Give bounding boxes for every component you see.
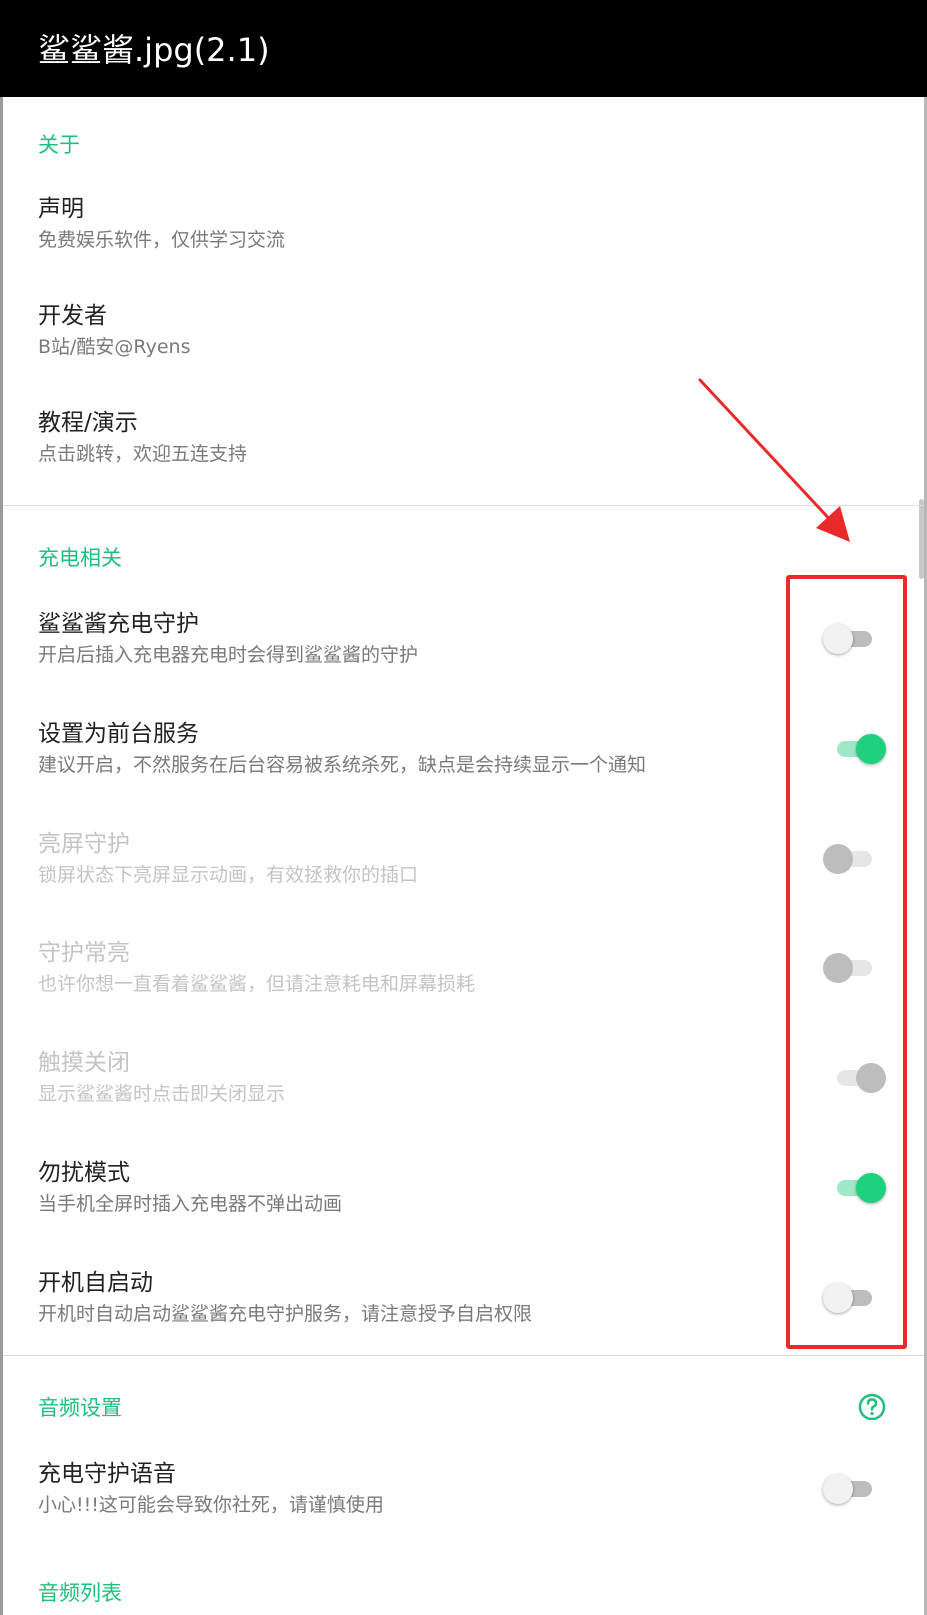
pref-summary: 当手机全屏时插入充电器不弹出动画 xyxy=(38,1193,343,1215)
app-title: 鲨鲨酱.jpg(2.1) xyxy=(38,31,270,69)
pref-summary: 开启后插入充电器充电时会得到鲨鲨酱的守护 xyxy=(38,644,419,666)
charging-voice-switch[interactable] xyxy=(823,1474,875,1504)
pref-title: 设置为前台服务 xyxy=(38,721,199,747)
annotation-arrow-icon xyxy=(698,378,850,542)
pref-title: 开发者 xyxy=(38,303,107,329)
pref-summary: 小心!!!这可能会导致你社死，请谨慎使用 xyxy=(38,1494,384,1516)
pref-charging-voice[interactable]: 充电守护语音 小心!!!这可能会导致你社死，请谨慎使用 xyxy=(38,1458,384,1519)
pref-summary: 显示鲨鲨酱时点击即关闭显示 xyxy=(38,1083,286,1105)
pref-do-not-disturb[interactable]: 勿扰模式 当手机全屏时插入充电器不弹出动画 xyxy=(38,1157,342,1218)
pref-summary: 点击跳转，欢迎五连支持 xyxy=(38,443,248,465)
question-circle-icon[interactable] xyxy=(857,1392,887,1422)
pref-developer[interactable]: 开发者 B站/酷安@Ryens xyxy=(38,300,190,361)
pref-summary: 锁屏状态下亮屏显示动画，有效拯救你的插口 xyxy=(38,864,419,886)
section-header-about: 关于 xyxy=(38,133,80,157)
pref-touch-to-close[interactable]: 触摸关闭 显示鲨鲨酱时点击即关闭显示 xyxy=(38,1047,285,1108)
pref-title: 声明 xyxy=(38,196,84,222)
pref-title: 充电守护语音 xyxy=(38,1461,176,1487)
pref-disclaimer[interactable]: 声明 免费娱乐软件，仅供学习交流 xyxy=(38,193,285,254)
pref-summary: 开机时自动启动鲨鲨酱充电守护服务，请注意授予自启权限 xyxy=(38,1303,533,1325)
pref-charging-guard[interactable]: 鲨鲨酱充电守护 开启后插入充电器充电时会得到鲨鲨酱的守护 xyxy=(38,608,418,669)
section-header-charging: 充电相关 xyxy=(38,546,122,570)
pref-title: 教程/演示 xyxy=(38,410,138,436)
annotation-highlight-box xyxy=(786,575,907,1349)
section-divider xyxy=(3,1355,924,1356)
pref-title: 勿扰模式 xyxy=(38,1160,130,1186)
pref-title: 触摸关闭 xyxy=(38,1050,130,1076)
pref-keep-screen-on[interactable]: 守护常亮 也许你想一直看着鲨鲨酱，但请注意耗电和屏幕损耗 xyxy=(38,937,475,998)
pref-summary: 免费娱乐软件，仅供学习交流 xyxy=(38,229,286,251)
pref-title: 守护常亮 xyxy=(38,940,130,966)
pref-auto-start[interactable]: 开机自启动 开机时自动启动鲨鲨酱充电守护服务，请注意授予自启权限 xyxy=(38,1267,532,1328)
pref-foreground-service[interactable]: 设置为前台服务 建议开启，不然服务在后台容易被系统杀死，缺点是会持续显示一个通知 xyxy=(38,718,646,779)
pref-screen-on-guard[interactable]: 亮屏守护 锁屏状态下亮屏显示动画，有效拯救你的插口 xyxy=(38,828,418,889)
pref-title: 开机自启动 xyxy=(38,1270,153,1296)
scrollbar[interactable] xyxy=(919,499,924,579)
pref-title: 亮屏守护 xyxy=(38,831,130,857)
pref-summary: 建议开启，不然服务在后台容易被系统杀死，缺点是会持续显示一个通知 xyxy=(38,754,647,776)
left-edge xyxy=(0,97,3,1615)
pref-summary: B站/酷安@Ryens xyxy=(38,336,191,358)
app-bar: 鲨鲨酱.jpg(2.1) xyxy=(0,0,927,97)
pref-summary: 也许你想一直看着鲨鲨酱，但请注意耗电和屏幕损耗 xyxy=(38,973,476,995)
pref-title: 鲨鲨酱充电守护 xyxy=(38,611,199,637)
pref-tutorial[interactable]: 教程/演示 点击跳转，欢迎五连支持 xyxy=(38,407,247,468)
section-header-audio-settings: 音频设置 xyxy=(38,1396,122,1420)
section-header-audio-list: 音频列表 xyxy=(38,1581,122,1605)
